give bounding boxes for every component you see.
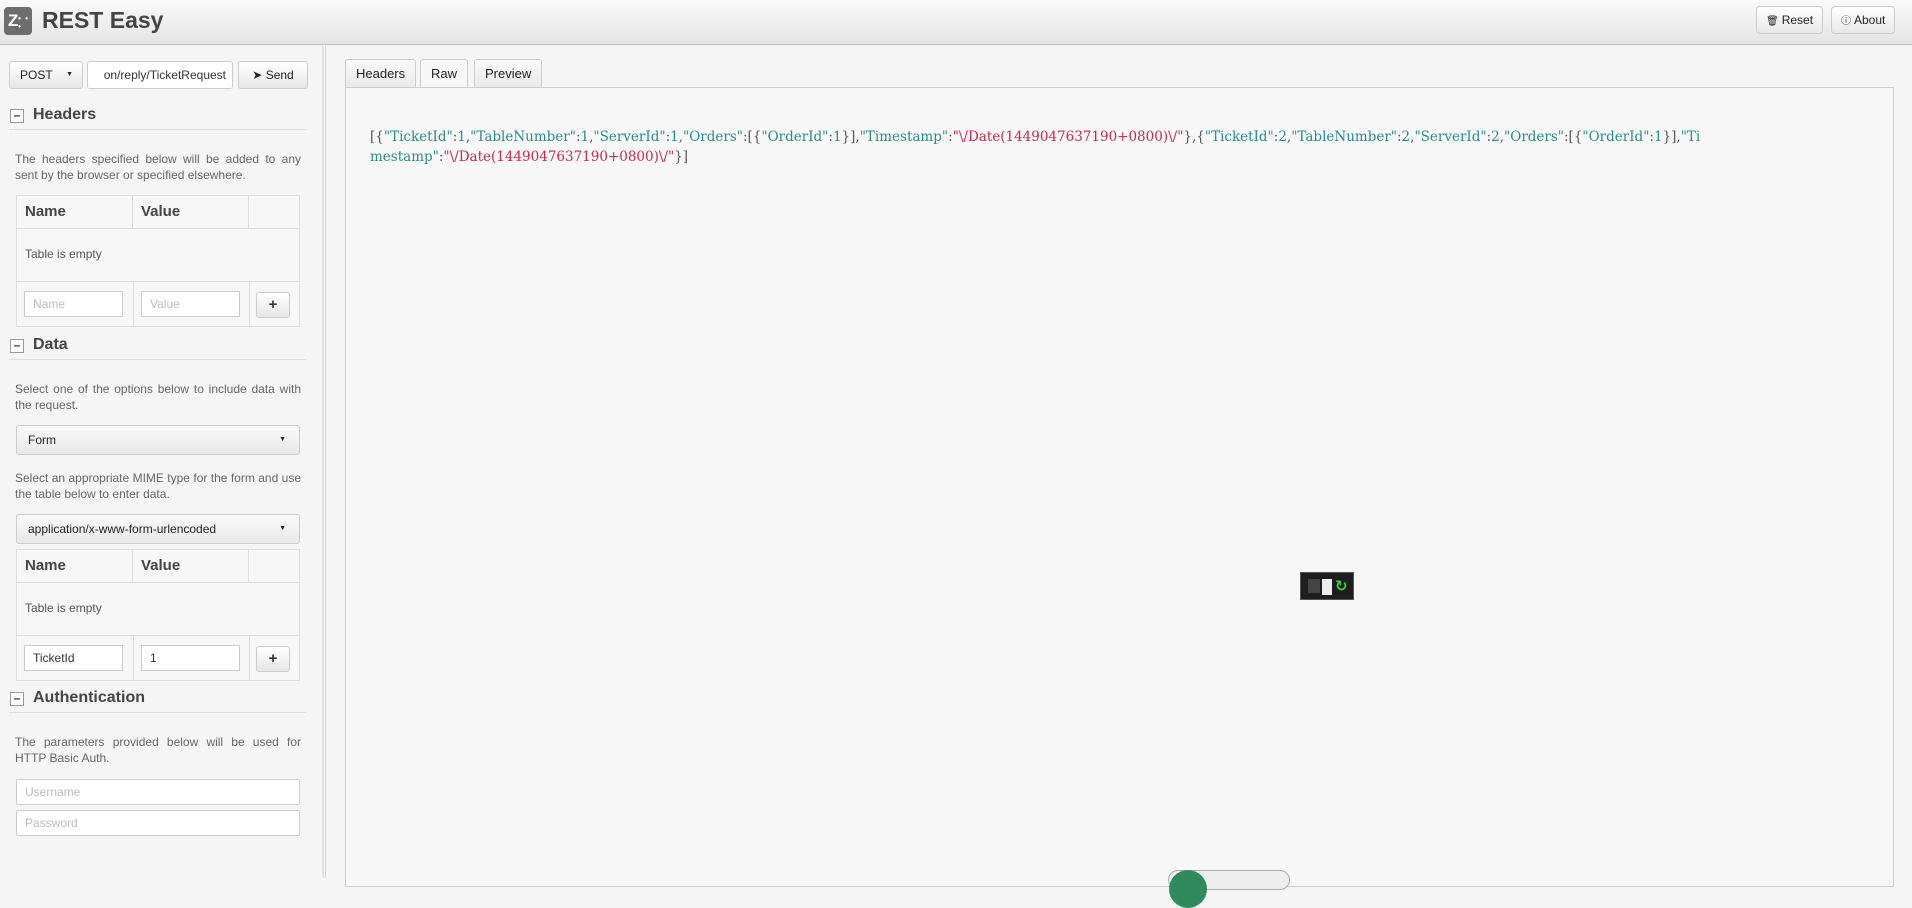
raw-response-text: [{"TicketId":1,"TableNumber":1,"ServerId…	[370, 129, 1701, 165]
plus-icon: +	[268, 296, 278, 313]
headers-input-row: Name Value +	[17, 282, 299, 326]
trash-icon: 🗑	[1766, 16, 1779, 27]
chevron-down-icon: ▼	[279, 525, 286, 532]
password-input[interactable]: Password	[16, 810, 300, 836]
headers-empty-text: Table is empty	[17, 229, 299, 282]
response-panel	[345, 87, 1894, 887]
data-section-title: Data	[33, 336, 68, 353]
add-header-button[interactable]: +	[256, 292, 290, 318]
app-title: REST Easy	[42, 7, 164, 33]
data-help-text: Select one of the options below to inclu…	[15, 382, 301, 412]
col-value: Value	[133, 196, 249, 229]
headers-table: Name Value Table is empty Name Value +	[16, 195, 300, 327]
data-input-row: TicketId 1 +	[17, 636, 299, 680]
collapse-headers-icon[interactable]: –	[10, 109, 24, 123]
refresh-icon: ↻	[1335, 578, 1348, 595]
tab-headers[interactable]: Headers	[345, 59, 417, 88]
auth-help-text: The parameters provided below will be us…	[15, 735, 301, 765]
url-input[interactable]: on/reply/TicketRequest	[87, 61, 233, 89]
info-icon: ⓘ	[1841, 16, 1851, 27]
data-section-header: – Data	[9, 336, 306, 360]
tab-preview[interactable]: Preview	[474, 59, 543, 88]
badge-icon	[1169, 870, 1207, 908]
reset-button[interactable]: 🗑 Reset	[1756, 6, 1824, 34]
headers-table-header: Name Value	[17, 196, 299, 229]
col-value: Value	[133, 550, 249, 583]
chevron-down-icon: ▼	[66, 71, 73, 78]
data-type-select[interactable]: Form ▼	[16, 425, 300, 455]
auth-section-header: – Authentication	[9, 689, 306, 713]
data-value-input[interactable]: 1	[141, 645, 240, 671]
page-icon	[1322, 579, 1332, 595]
collapse-auth-icon[interactable]: –	[10, 692, 24, 706]
add-data-button[interactable]: +	[256, 646, 290, 672]
headers-help-text: The headers specified below will be adde…	[15, 152, 301, 182]
col-name: Name	[17, 196, 133, 229]
overlay-badge[interactable]	[1168, 870, 1290, 908]
data-table: Name Value Table is empty TicketId 1 +	[16, 549, 300, 681]
splitter[interactable]	[322, 46, 324, 878]
about-button[interactable]: ⓘ About	[1831, 6, 1896, 34]
data-table-header: Name Value	[17, 550, 299, 583]
mime-type-select[interactable]: application/x-www-form-urlencoded ▼	[16, 514, 300, 544]
send-icon: ➤	[252, 68, 263, 82]
headers-section-title: Headers	[33, 106, 97, 123]
data-empty-text: Table is empty	[17, 583, 299, 636]
plus-icon: +	[268, 650, 278, 667]
mime-help-text: Select an appropriate MIME type for the …	[15, 471, 301, 501]
tab-raw[interactable]: Raw	[420, 59, 469, 89]
app-logo-icon: Z • • •	[4, 7, 32, 35]
col-name: Name	[17, 550, 133, 583]
header-value-input[interactable]: Value	[141, 291, 240, 317]
app-header: Z • • • REST Easy 🗑 Reset ⓘ About	[0, 0, 1912, 45]
method-select[interactable]: POST ▼	[9, 61, 83, 89]
window-icon	[1308, 579, 1320, 593]
auth-section-title: Authentication	[33, 689, 145, 706]
send-button[interactable]: ➤ Send	[238, 61, 308, 89]
data-name-input[interactable]: TicketId	[24, 645, 123, 671]
floating-toolbar-widget[interactable]: ↻	[1300, 572, 1354, 600]
header-name-input[interactable]: Name	[24, 291, 123, 317]
username-input[interactable]: Username	[16, 779, 300, 805]
collapse-data-icon[interactable]: –	[10, 339, 24, 353]
sidebar: POST ▼ on/reply/TicketRequest ➤ Send – H…	[0, 46, 326, 878]
headers-section-header: – Headers	[9, 106, 306, 130]
chevron-down-icon: ▼	[279, 436, 286, 443]
